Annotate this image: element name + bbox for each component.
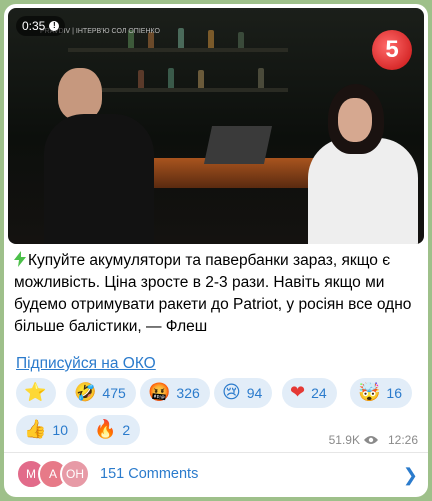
reaction-crying[interactable]: 😢 94	[214, 378, 273, 408]
laptop	[203, 126, 273, 164]
woman-figure	[298, 78, 418, 244]
views-count: 51.9K	[328, 433, 360, 447]
shelf	[68, 48, 288, 52]
reaction-count: 10	[52, 422, 68, 438]
man-figure	[44, 68, 154, 244]
video-thumbnail[interactable]: PRAVDIV | ІНТЕРВ'Ю СОЛ ОПІЕНКО 5 0:35 !	[8, 8, 424, 244]
exploding-head-icon: 🤯	[358, 382, 381, 403]
reaction-star[interactable]: ⭐	[16, 378, 56, 408]
message-bubble: PRAVDIV | ІНТЕРВ'Ю СОЛ ОПІЕНКО 5 0:35 ! …	[4, 4, 428, 497]
chevron-right-icon: ❯	[402, 465, 418, 485]
crying-face-icon: 😢	[222, 382, 241, 403]
divider	[4, 452, 428, 453]
reaction-count: 475	[102, 385, 126, 401]
channel-logo: 5	[372, 30, 412, 70]
comments-label: 151 Comments	[100, 466, 199, 482]
reaction-count: 326	[176, 385, 200, 401]
laughing-face-icon: 🤣	[74, 382, 97, 403]
comments-button[interactable]: M A OH 151 Comments ❯	[16, 459, 420, 489]
info-icon: !	[49, 21, 60, 31]
reaction-count: 2	[122, 422, 131, 438]
message-meta: 51.9K 12:26	[329, 433, 418, 447]
angry-face-icon: 🤬	[148, 382, 171, 403]
bottle	[208, 30, 214, 48]
reaction-heart[interactable]: ❤ 24	[282, 378, 337, 408]
bottle	[168, 68, 174, 88]
thumbs-up-icon: 👍	[24, 419, 47, 440]
duration-text: 0:35	[22, 19, 46, 33]
reaction-fire[interactable]: 🔥 2	[86, 415, 141, 445]
bottle	[238, 32, 244, 48]
message-time: 12:26	[387, 433, 418, 447]
reaction-angry[interactable]: 🤬 326	[140, 378, 210, 408]
avatar: OH	[60, 459, 90, 489]
lightning-icon	[14, 251, 26, 267]
bottle	[198, 70, 204, 88]
eye-icon	[363, 436, 378, 444]
message-text: Купуйте акумулятори та павербанки зараз,…	[14, 250, 419, 338]
reaction-exploding-head[interactable]: 🤯 16	[350, 378, 412, 408]
bottle	[178, 28, 184, 48]
reaction-laughing[interactable]: 🤣 475	[66, 378, 136, 408]
reaction-count: 16	[386, 385, 402, 401]
fire-icon: 🔥	[94, 419, 117, 440]
subscribe-link[interactable]: Підписуйся на ОКО	[16, 355, 156, 373]
video-duration-badge: 0:35 !	[16, 16, 66, 36]
commenter-avatars: M A OH	[16, 459, 96, 489]
reaction-count: 24	[311, 385, 327, 401]
reaction-thumbs-up[interactable]: 👍 10	[16, 415, 78, 445]
star-icon: ⭐	[24, 382, 47, 403]
bottle	[258, 68, 264, 88]
reaction-count: 94	[246, 385, 263, 401]
message-body: Купуйте акумулятори та павербанки зараз,…	[14, 252, 412, 335]
heart-icon: ❤	[290, 382, 306, 403]
